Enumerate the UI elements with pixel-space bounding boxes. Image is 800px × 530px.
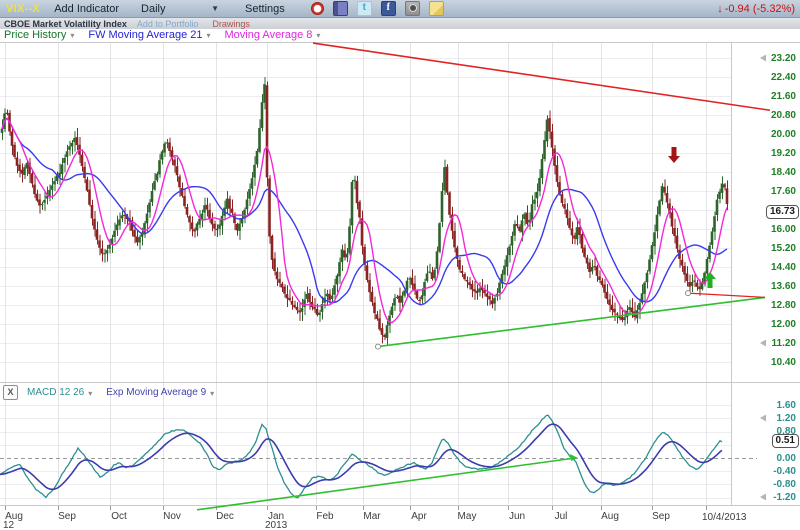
- indicator-ma21[interactable]: FW Moving Average 21 ▾: [88, 29, 220, 41]
- symbol-description: CBOE Market Volatility Index: [4, 19, 127, 29]
- chevron-down-icon: ▾: [70, 31, 74, 40]
- interval-value: Daily: [141, 3, 165, 15]
- twitter-icon[interactable]: [357, 1, 372, 16]
- drawings-link[interactable]: Drawings: [212, 19, 250, 29]
- down-arrow-icon: ↓: [717, 3, 723, 15]
- macd-value-box: 0.51: [772, 434, 799, 448]
- price-indicator-row: Price History ▾ FW Moving Average 21 ▾ M…: [4, 29, 340, 41]
- chevron-down-icon: ▾: [316, 31, 320, 40]
- change-value: -0.94 (-5.32%): [725, 3, 795, 15]
- toolbar-icons: [311, 1, 444, 16]
- facebook-icon[interactable]: [381, 1, 396, 16]
- indicator-price-history[interactable]: Price History ▾: [4, 29, 84, 41]
- indicator-label: Price History: [4, 29, 66, 41]
- indicator-label: Exp Moving Average 9: [106, 387, 206, 398]
- interval-select[interactable]: Daily ▼: [141, 3, 219, 15]
- add-indicator-button[interactable]: Add Indicator: [54, 3, 119, 15]
- indicator-label: MACD 12 26: [27, 387, 84, 398]
- macd-header: X MACD 12 26 ▾ Exp Moving Average 9 ▾: [3, 385, 228, 400]
- indicator-macd[interactable]: MACD 12 26 ▾: [27, 387, 102, 398]
- indicator-ma8[interactable]: Moving Average 8 ▾: [225, 29, 331, 41]
- journal-icon[interactable]: [333, 1, 348, 16]
- close-macd-button[interactable]: X: [3, 385, 18, 400]
- note-icon[interactable]: [429, 1, 444, 16]
- settings-button[interactable]: Settings: [245, 3, 285, 15]
- chevron-down-icon: ▼: [211, 4, 219, 13]
- subbar: CBOE Market Volatility Index Add to Port…: [0, 18, 800, 29]
- chevron-down-icon: ▾: [207, 31, 211, 40]
- indicator-label: Moving Average 8: [225, 29, 313, 41]
- chart-canvas[interactable]: [0, 0, 800, 530]
- toolbar: VIX--X Add Indicator Daily ▼ Settings ↓ …: [0, 0, 800, 18]
- indicator-label: FW Moving Average 21: [88, 29, 202, 41]
- alerts-icon[interactable]: [311, 2, 324, 15]
- price-change: ↓ -0.94 (-5.32%): [717, 3, 795, 15]
- last-price-box: 16.73: [766, 205, 799, 219]
- camera-icon[interactable]: [405, 1, 420, 16]
- chevron-down-icon: ▾: [88, 389, 92, 398]
- app-window: VIX--X Add Indicator Daily ▼ Settings ↓ …: [0, 0, 800, 530]
- symbol-tab[interactable]: VIX--X: [6, 3, 40, 15]
- add-to-portfolio-link[interactable]: Add to Portfolio: [137, 19, 199, 29]
- indicator-ema9[interactable]: Exp Moving Average 9 ▾: [106, 387, 224, 398]
- chevron-down-icon: ▾: [210, 389, 214, 398]
